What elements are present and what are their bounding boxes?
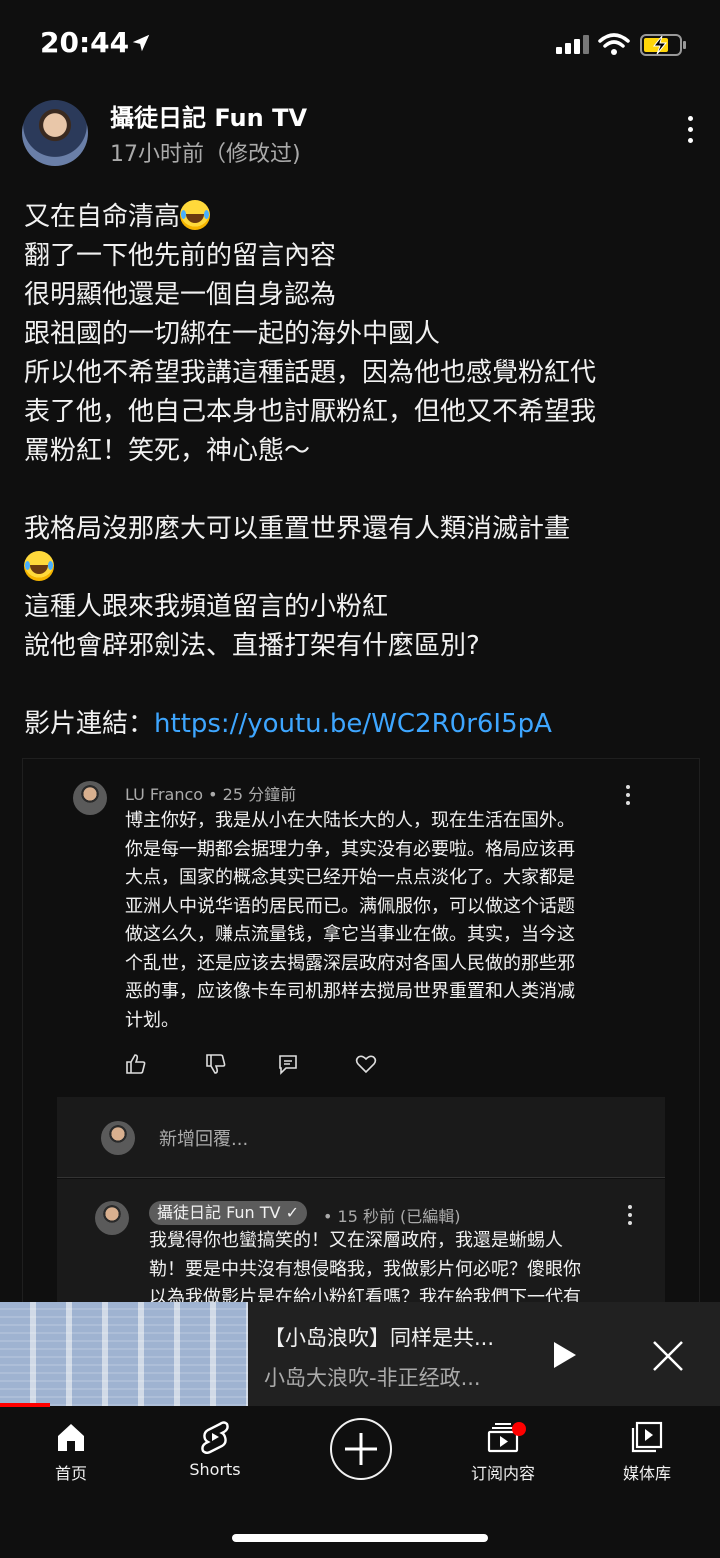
reply-avatar: [101, 1121, 135, 1155]
channel-name[interactable]: 攝徒日記 Fun TV: [110, 98, 307, 133]
commenter-avatar: [73, 781, 107, 815]
nav-subscriptions-label: 订阅内容: [470, 1464, 535, 1483]
video-link[interactable]: https://youtu.be/WC2R0r6I5pA: [154, 709, 552, 739]
post-line: 罵粉紅！笑死，神心態～: [24, 436, 311, 466]
comment-line: 博主你好，我是从小在大陆长大的人，现在生活在国外。: [125, 810, 575, 831]
post-line: 翻了一下他先前的留言內容: [24, 241, 337, 271]
nav-home-label: 首页: [54, 1464, 87, 1483]
reply-more-icon: [627, 1205, 633, 1229]
nav-library[interactable]: 媒体库: [592, 1420, 702, 1484]
battery-charging-icon: [640, 34, 686, 56]
close-icon[interactable]: [652, 1340, 684, 1372]
more-dot: [628, 1205, 632, 1209]
comment-line: 计划。: [125, 1009, 179, 1031]
thumbs-up-icon: [126, 1054, 146, 1074]
heart-icon: [355, 1055, 377, 1074]
home-icon: [58, 1424, 84, 1451]
post-line: 這種人跟來我頻道留言的小粉紅: [24, 592, 389, 622]
mini-player-title[interactable]: 【小岛浪吹】同样是共...: [264, 1322, 534, 1352]
comment-line: 做这么久，赚点流量钱，拿它当事业在做。其实，当今这: [125, 924, 575, 945]
more-dot: [626, 793, 630, 797]
post-line: 我格局沒那麼大可以重置世界還有人類消滅計畫: [24, 514, 571, 544]
comment-line: 大点，国家的概念其实已经开始一点点淡化了。大家都是: [125, 867, 575, 888]
location-arrow-icon: [132, 34, 150, 52]
post-body: 又在自命清高 翻了一下他先前的留言內容 很明顯他還是一個自身認為 跟祖國的一切綁…: [24, 198, 704, 744]
home-indicator: [232, 1534, 488, 1542]
wifi-icon: [598, 33, 630, 55]
more-dot: [628, 1213, 632, 1217]
play-icon[interactable]: [552, 1340, 578, 1370]
nav-home[interactable]: 首页: [16, 1420, 126, 1484]
more-dot: [687, 127, 693, 132]
nav-library-label: 媒体库: [622, 1464, 671, 1483]
more-options-button[interactable]: [680, 116, 700, 150]
shorts-icon: [201, 1421, 229, 1454]
reply-box: [57, 1097, 665, 1178]
status-time: 20:44: [40, 26, 130, 59]
reply-icon: [279, 1055, 297, 1075]
link-label: 影片連結：: [24, 709, 155, 739]
comment-line: 恶的事，应该像卡车司机那样去搅局世界重置和人类消减: [125, 981, 575, 1002]
post-line: 表了他，他自己本身也討厭粉紅，但他又不希望我: [24, 397, 597, 427]
thumbs-down-icon: [206, 1054, 226, 1074]
tears-of-joy-emoji-icon: [24, 551, 54, 581]
more-dot: [628, 1221, 632, 1225]
nav-shorts-label: Shorts: [189, 1460, 241, 1479]
comment-more-icon: [625, 785, 631, 809]
reply-placeholder: 新增回覆...: [159, 1129, 249, 1150]
nav-shorts[interactable]: Shorts: [160, 1420, 270, 1479]
post-line: 所以他不希望我講這種話題，因為他也感覺粉紅代: [24, 358, 597, 388]
comment-line: 个乱世，还是应该去揭露深层政府对各国人民做的那些邪: [125, 952, 575, 974]
post-line: 說他會辟邪劍法、直播打架有什麼區別?: [24, 631, 480, 661]
reply-meta: • 15 秒前 (已編輯): [323, 1207, 461, 1226]
channel-avatar[interactable]: [22, 100, 88, 166]
create-icon: [345, 1433, 377, 1465]
more-dot: [687, 116, 693, 121]
tears-of-joy-emoji-icon: [180, 200, 211, 230]
reply-line: 勒！要是中共沒有想侵略我，我做影片何必呢？傻眼你: [149, 1258, 581, 1280]
post-line: 很明顯他還是一個自身認為: [24, 280, 337, 310]
nav-subscriptions[interactable]: 订阅内容: [448, 1420, 558, 1484]
create-button[interactable]: [330, 1418, 392, 1480]
reply-line: 我覺得你也蠻搞笑的！又在深層政府，我還是蜥蜴人: [149, 1230, 563, 1251]
mini-player-thumbnail[interactable]: [0, 1302, 248, 1406]
cellular-signal-icon: [556, 35, 589, 54]
comment-meta: LU Franco • 25 分鐘前: [125, 785, 297, 804]
more-dot: [626, 801, 630, 805]
reply-author-badge: 攝徒日記 Fun TV ✓: [149, 1201, 307, 1225]
more-dot: [687, 138, 693, 143]
embedded-comment-screenshot[interactable]: LU Franco • 25 分鐘前 博主你好，我是从小在大陆长大的人，现在生活…: [22, 758, 700, 1308]
library-icon: [631, 1421, 663, 1453]
mini-player-channel[interactable]: 小岛大浪吹-非正经政...: [264, 1362, 534, 1392]
post-time: 17小时前（修改过): [110, 142, 301, 167]
reply-author-avatar: [95, 1201, 129, 1235]
comment-line: 你是每一期都会据理力争，其实没有必要啦。格局应该再: [125, 838, 575, 860]
more-dot: [626, 785, 630, 789]
post-line: 又在自命清高: [24, 202, 181, 232]
reply-text: 我覺得你也蠻搞笑的！又在深層政府，我還是蜥蜴人 勒！要是中共沒有想侵略我，我做影…: [149, 1227, 649, 1307]
notification-dot: [512, 1422, 526, 1436]
post-line: 跟祖國的一切綁在一起的海外中國人: [24, 319, 441, 349]
comment-text: 博主你好，我是从小在大陆长大的人，现在生活在国外。 你是每一期都会据理力争，其实…: [125, 807, 645, 1035]
comment-line: 亚洲人中说华语的居民而已。满佩服你，可以做这个话题: [125, 895, 575, 917]
